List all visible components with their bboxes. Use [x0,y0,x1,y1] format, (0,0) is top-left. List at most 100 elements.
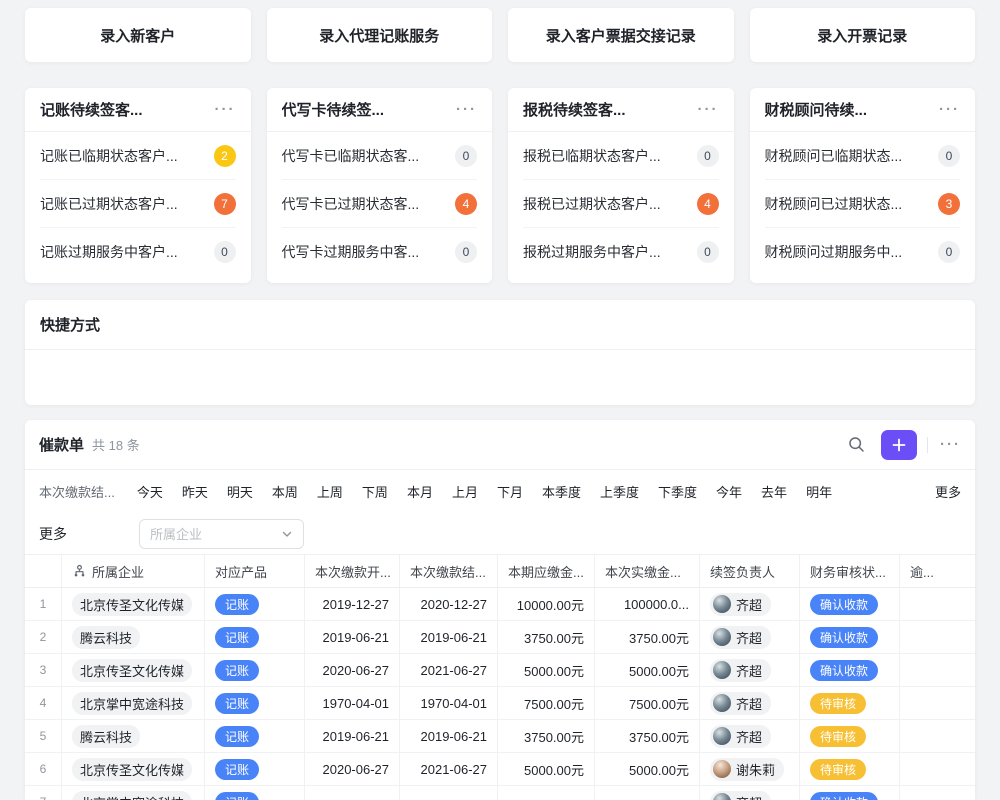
end-date-cell[interactable]: 1970-04-01 [400,687,498,719]
stat-item[interactable]: 代写卡已临期状态客... 0 [282,132,478,180]
stat-item[interactable]: 报税过期服务中客户... 0 [523,228,719,276]
end-date-cell[interactable]: 2021-06-27 [400,753,498,785]
table-row[interactable]: 5 腾云科技 记账 2019-06-21 2019-06-21 3750.00元… [25,720,975,753]
status-cell[interactable]: 确认收款 [800,786,900,800]
date-filter-option[interactable]: 上季度 [600,482,639,501]
stat-item[interactable]: 报税已临期状态客户... 0 [523,132,719,180]
column-header[interactable]: 对应产品 [205,555,305,587]
stat-item[interactable]: 报税已过期状态客户... 4 [523,180,719,228]
quick-entry-button[interactable]: 录入客户票据交接记录 [508,8,734,62]
date-filter-option[interactable]: 下周 [362,482,388,501]
column-header[interactable]: 所属企业 [62,555,205,587]
date-filter-option[interactable]: 本月 [407,482,433,501]
quick-entry-button[interactable]: 录入代理记账服务 [267,8,493,62]
product-cell[interactable]: 记账 [205,654,305,686]
company-cell[interactable]: 北京传圣文化传媒 [62,753,205,785]
column-header[interactable]: 逾... [900,555,975,587]
column-header[interactable]: 本次实缴金... [595,555,700,587]
status-cell[interactable]: 确认收款 [800,621,900,653]
company-cell[interactable]: 北京传圣文化传媒 [62,588,205,620]
paid-amount-cell[interactable] [595,786,700,800]
end-date-cell[interactable]: 2019-06-21 [400,720,498,752]
end-date-cell[interactable]: 2019-06-21 [400,621,498,653]
overdue-cell[interactable] [900,720,975,752]
table-row[interactable]: 6 北京传圣文化传媒 记账 2020-06-27 2021-06-27 5000… [25,753,975,786]
date-filter-option[interactable]: 上周 [317,482,343,501]
owner-cell[interactable]: 齐超 [700,588,800,620]
start-date-cell[interactable]: 2019-12-27 [305,588,400,620]
collection-more-icon[interactable] [940,437,961,452]
paid-amount-cell[interactable]: 100000.0... [595,588,700,620]
search-button[interactable] [843,432,869,458]
overdue-cell[interactable] [900,687,975,719]
more-icon[interactable] [456,102,477,117]
owner-cell[interactable]: 齐超 [700,621,800,653]
owner-cell[interactable]: 齐超 [700,786,800,800]
date-filter-option[interactable]: 本周 [272,482,298,501]
status-cell[interactable]: 待审核 [800,753,900,785]
status-cell[interactable]: 确认收款 [800,654,900,686]
start-date-cell[interactable]: 1970-04-01 [305,687,400,719]
due-amount-cell[interactable]: 3750.00元 [498,720,595,752]
column-header[interactable]: 财务审核状... [800,555,900,587]
overdue-cell[interactable] [900,654,975,686]
end-date-cell[interactable]: 2020-12-27 [400,588,498,620]
product-cell[interactable]: 记账 [205,720,305,752]
company-cell[interactable]: 腾云科技 [62,720,205,752]
due-amount-cell[interactable]: 5000.00元 [498,654,595,686]
stat-item[interactable]: 财税顾问过期服务中... 0 [765,228,961,276]
paid-amount-cell[interactable]: 3750.00元 [595,720,700,752]
company-cell[interactable]: 腾云科技 [62,621,205,653]
stat-item[interactable]: 代写卡已过期状态客... 4 [282,180,478,228]
date-filter-option[interactable]: 下季度 [658,482,697,501]
add-record-button[interactable] [881,430,917,460]
more-icon[interactable] [215,102,236,117]
status-cell[interactable]: 待审核 [800,720,900,752]
stat-item[interactable]: 代写卡过期服务中客... 0 [282,228,478,276]
stat-item[interactable]: 记账过期服务中客户... 0 [40,228,236,276]
column-header[interactable]: 本次缴款开... [305,555,400,587]
overdue-cell[interactable] [900,588,975,620]
owner-cell[interactable]: 齐超 [700,687,800,719]
start-date-cell[interactable]: 2019-06-21 [305,720,400,752]
table-row[interactable]: 1 北京传圣文化传媒 记账 2019-12-27 2020-12-27 1000… [25,588,975,621]
owner-cell[interactable]: 齐超 [700,654,800,686]
column-header[interactable]: 本期应缴金... [498,555,595,587]
start-date-cell[interactable]: 2020-06-27 [305,654,400,686]
due-amount-cell[interactable]: 3750.00元 [498,621,595,653]
product-cell[interactable]: 记账 [205,588,305,620]
product-cell[interactable]: 记账 [205,687,305,719]
product-cell[interactable]: 记账 [205,621,305,653]
due-amount-cell[interactable]: 5000.00元 [498,753,595,785]
paid-amount-cell[interactable]: 5000.00元 [595,654,700,686]
stat-item[interactable]: 财税顾问已临期状态... 0 [765,132,961,180]
table-row[interactable]: 2 腾云科技 记账 2019-06-21 2019-06-21 3750.00元… [25,621,975,654]
more-icon[interactable] [698,102,719,117]
column-header[interactable] [25,555,62,587]
table-row[interactable]: 4 北京掌中宽途科技 记账 1970-04-01 1970-04-01 7500… [25,687,975,720]
date-filter-more[interactable]: 更多 [935,482,961,501]
due-amount-cell[interactable]: 10000.00元 [498,588,595,620]
stat-item[interactable]: 记账已过期状态客户... 7 [40,180,236,228]
paid-amount-cell[interactable]: 5000.00元 [595,753,700,785]
column-header[interactable]: 本次缴款结... [400,555,498,587]
quick-entry-button[interactable]: 录入新客户 [25,8,251,62]
company-cell[interactable]: 北京掌中宽途科技 [62,687,205,719]
column-header[interactable]: 续签负责人 [700,555,800,587]
date-filter-option[interactable]: 今年 [716,482,742,501]
date-filter-option[interactable]: 明天 [227,482,253,501]
company-cell[interactable]: 北京掌中宽途科技 [62,786,205,800]
overdue-cell[interactable] [900,621,975,653]
date-filter-option[interactable]: 本季度 [542,482,581,501]
date-filter-option[interactable]: 下月 [497,482,523,501]
stat-item[interactable]: 记账已临期状态客户... 2 [40,132,236,180]
paid-amount-cell[interactable]: 7500.00元 [595,687,700,719]
table-row[interactable]: 3 北京传圣文化传媒 记账 2020-06-27 2021-06-27 5000… [25,654,975,687]
date-filter-option[interactable]: 去年 [761,482,787,501]
date-filter-option[interactable]: 今天 [137,482,163,501]
quick-entry-button[interactable]: 录入开票记录 [750,8,976,62]
product-cell[interactable]: 记账 [205,786,305,800]
owner-cell[interactable]: 齐超 [700,720,800,752]
date-filter-option[interactable]: 明年 [806,482,832,501]
due-amount-cell[interactable] [498,786,595,800]
